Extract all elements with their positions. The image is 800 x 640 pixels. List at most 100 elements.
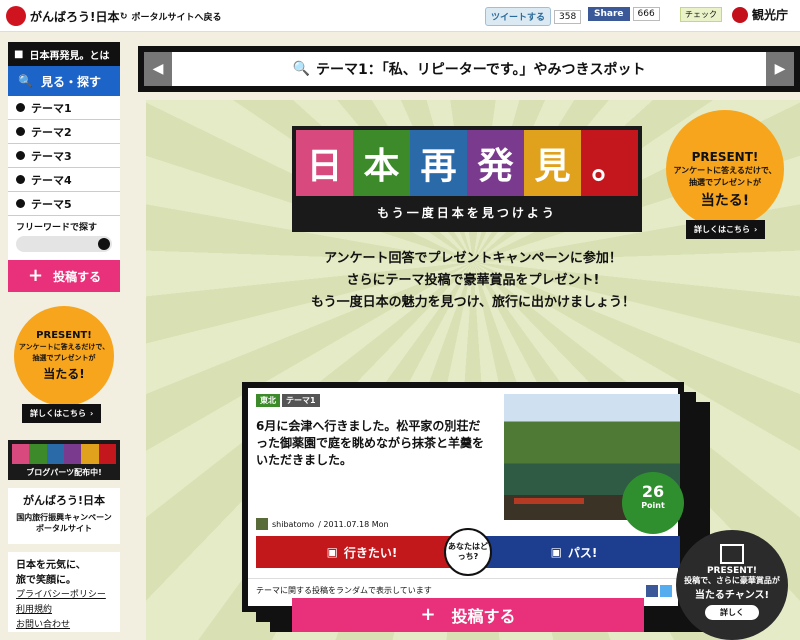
slogan-box: 日本を元気に、 旅で笑顔に。 プライバシーポリシー 利用規約 お問い合わせ xyxy=(8,552,120,632)
privacy-link[interactable]: プライバシーポリシー xyxy=(16,588,112,603)
chevron-right-icon: ▶ xyxy=(774,61,786,77)
present-detail-button[interactable]: 詳しく xyxy=(705,605,759,620)
arrow-right-icon: › xyxy=(754,225,758,234)
bag-icon: ▣ xyxy=(550,545,562,559)
chevron-left-icon: ◀ xyxy=(152,61,164,77)
portal-back-link[interactable]: ↻ ポータルサイトへ戻る xyxy=(120,10,222,24)
post-text: 6月に会津へ行きました。松平家の別荘だった御薬園で庭を眺めながら抹茶と羊羹をいた… xyxy=(256,419,485,467)
agency-mark-icon xyxy=(732,6,748,23)
check-button[interactable]: チェック xyxy=(680,7,722,22)
present-line2: 抽選でプレゼントが xyxy=(689,178,761,187)
search-icon: 🔍 xyxy=(18,74,33,88)
plus-icon: + xyxy=(420,604,436,625)
theme-label: テーマ3 xyxy=(31,149,72,163)
bullet-icon xyxy=(16,175,25,184)
post-tags: 東北 テーマ1 xyxy=(256,394,320,407)
mini-logo xyxy=(12,444,116,464)
theme-label: テーマ5 xyxy=(31,197,72,211)
sidebar-browse[interactable]: 🔍 見る・探す xyxy=(8,66,120,96)
bullet-icon xyxy=(16,199,25,208)
present-detail-button[interactable]: 詳しくはこちら › xyxy=(22,404,102,423)
logo-text: がんばろう!日本 xyxy=(30,9,120,24)
sidebar-item-theme2[interactable]: テーマ2 xyxy=(8,120,120,144)
sidebar-item-about[interactable]: ■ 日本再発見。とは xyxy=(8,42,120,66)
present-badge-right: PRESENT! アンケートに答えるだけで、 抽選でプレゼントが 当たる! xyxy=(666,110,784,228)
portal-banner[interactable]: がんばろう!日本 国内旅行振興キャンペーン ポータルサイト xyxy=(8,488,120,544)
present-title: PRESENT! xyxy=(691,150,759,164)
region-tag[interactable]: 東北 xyxy=(256,394,280,407)
sidebar-post-button[interactable]: + 投稿する xyxy=(8,260,120,292)
author-name[interactable]: shibatomo xyxy=(272,520,314,529)
next-theme-button[interactable]: ▶ xyxy=(766,52,794,86)
sidebar-item-theme4[interactable]: テーマ4 xyxy=(8,168,120,192)
refresh-icon: ↻ xyxy=(120,11,128,22)
twitter-icon[interactable] xyxy=(660,585,672,597)
sidebar-present: PRESENT! アンケートに答えるだけで、 抽選でプレゼントが 当たる! 詳し… xyxy=(8,306,120,430)
search-go-icon[interactable] xyxy=(98,238,110,250)
post-card-inner: 東北 テーマ1 6月に会津へ行きました。松平家の別荘だった御薬園で庭を眺めながら… xyxy=(248,388,684,606)
present-line1: 投稿で、さらに豪華賞品が xyxy=(684,576,780,585)
post-card: 東北 テーマ1 6月に会津へ行きました。松平家の別荘だった御薬園で庭を眺めながら… xyxy=(242,382,684,612)
theme-label: テーマ2 xyxy=(31,125,72,139)
tweet-share: ツイートする 358 xyxy=(485,7,582,26)
avatar xyxy=(256,518,268,530)
arrow-right-icon: › xyxy=(90,409,94,418)
sidebar-item-theme3[interactable]: テーマ3 xyxy=(8,144,120,168)
slogan-line2: 旅で笑顔に。 xyxy=(16,575,76,586)
present-line2: 当たるチャンス! xyxy=(694,590,770,601)
hero-char: 再 xyxy=(410,130,467,196)
facebook-share-button[interactable]: Share xyxy=(588,7,630,21)
points-value: 26 xyxy=(641,482,665,501)
points-badge: 26 Point xyxy=(622,472,684,534)
tweet-button[interactable]: ツイートする xyxy=(485,7,552,26)
search-label: フリーワードで探す xyxy=(16,223,98,233)
present-detail-button[interactable]: 詳しくはこちら › xyxy=(686,220,766,239)
sidebar-item-theme1[interactable]: テーマ1 xyxy=(8,96,120,120)
which-badge: あなたはどっち? xyxy=(444,528,492,576)
contact-link[interactable]: お問い合わせ xyxy=(16,618,112,633)
present-line2: 抽選でプレゼントが xyxy=(32,354,96,362)
intro-line1: アンケート回答でプレゼントキャンペーンに参加！ xyxy=(324,251,622,266)
blog-parts-banner[interactable]: ブログパーツ配布中! xyxy=(8,440,120,480)
present-hit: 当たる! xyxy=(700,193,750,209)
sidebar-item-theme5[interactable]: テーマ5 xyxy=(8,192,120,216)
post-date: / 2011.07.18 Mon xyxy=(318,519,389,529)
bag-icon: ▣ xyxy=(326,545,338,559)
present-hit: 当たる! xyxy=(43,367,85,381)
site-logo[interactable]: がんばろう!日本 xyxy=(6,6,119,26)
want-to-go-button[interactable]: ▣ 行きたい! xyxy=(256,536,468,568)
search-icon: 🔍 xyxy=(292,61,310,77)
sun-icon xyxy=(6,6,26,26)
theme-tag[interactable]: テーマ1 xyxy=(282,394,320,407)
intro-line3: もう一度日本の魅力を見つけ、旅行に出かけましょう！ xyxy=(311,295,635,310)
main-post-button[interactable]: + 投稿する xyxy=(292,598,644,632)
agency-logo[interactable]: 観光庁 xyxy=(732,6,788,23)
slogan-line1: 日本を元気に、 xyxy=(16,560,86,571)
post-author: shibatomo / 2011.07.18 Mon xyxy=(256,518,389,530)
browse-label: 見る・探す xyxy=(40,74,101,89)
points-unit: Point xyxy=(641,501,665,510)
pass-label: パス! xyxy=(567,545,598,560)
agency-name: 観光庁 xyxy=(752,8,789,22)
pass-button[interactable]: ▣ パス! xyxy=(468,536,680,568)
hero-char: 。 xyxy=(581,130,638,196)
present-badge-bottom: PRESENT! 投稿で、さらに豪華賞品が 当たるチャンス! 詳しく xyxy=(676,530,788,640)
prev-theme-button[interactable]: ◀ xyxy=(144,52,172,86)
facebook-count: 666 xyxy=(632,7,660,21)
hero-bars: 日 本 再 発 見 。 xyxy=(296,130,638,196)
gift-icon xyxy=(720,544,744,564)
present-line1: アンケートに答えるだけで、 xyxy=(18,343,110,351)
about-label: 日本再発見。とは xyxy=(29,50,110,62)
bullet-icon xyxy=(16,103,25,112)
hero-logo: 日 本 再 発 見 。 もう一度日本を見つけよう xyxy=(292,126,642,232)
tweet-count: 358 xyxy=(554,9,582,24)
theme-label: テーマ4 xyxy=(31,173,72,187)
theme-title-box: 🔍 テーマ1：「私、リピーターです。」やみつきスポット xyxy=(172,52,766,86)
hero-char: 本 xyxy=(353,130,410,196)
theme-label: テーマ1 xyxy=(31,101,72,115)
bench-shape xyxy=(514,498,584,504)
facebook-icon[interactable] xyxy=(646,585,658,597)
terms-link[interactable]: 利用規約 xyxy=(16,603,112,618)
search-input[interactable] xyxy=(16,236,112,252)
social-icons xyxy=(646,585,672,597)
